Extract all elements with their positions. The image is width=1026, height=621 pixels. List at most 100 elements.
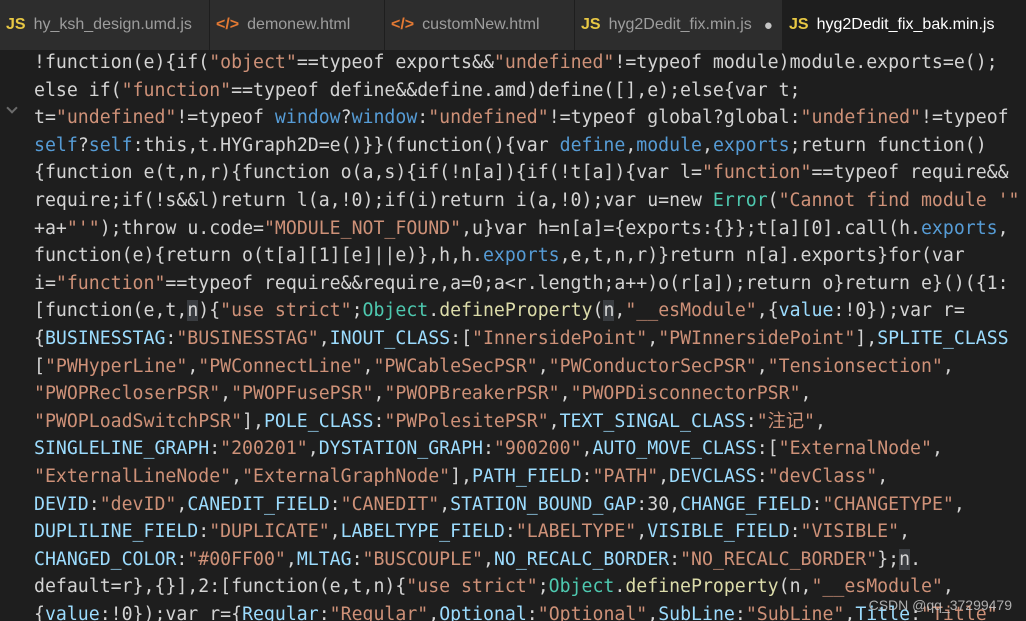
code-token: ,: [899, 521, 911, 543]
tab-label: hyg2Dedit_fix_bak.min.js: [816, 16, 995, 33]
code-line[interactable]: "ExternalLineNode","ExternalGraphNode"],…: [34, 463, 888, 491]
code-token: ,: [844, 604, 856, 621]
code-token: ==typeof require&&: [811, 162, 1009, 184]
code-line[interactable]: SINGLELINE_GRAPH:"200201",DYSTATION_GRAP…: [34, 435, 943, 463]
code-token: ,: [800, 383, 812, 405]
code-token: };: [877, 548, 900, 570]
code-line[interactable]: "PWOPRecloserPSR","PWOPFusePSR","PWOPBre…: [34, 380, 811, 408]
code-line[interactable]: !function(e){if("object"==typeof exports…: [34, 50, 998, 77]
code-token: exports: [712, 134, 790, 156]
tab-3[interactable]: JS hyg2Dedit_fix.min.js ●: [575, 0, 783, 50]
code-token: ,: [187, 355, 199, 377]
code-token: DEVCLASS: [669, 466, 757, 487]
code-line[interactable]: DUPLILINE_FIELD:"DUPLICATE",LABELTYPE_FI…: [34, 518, 910, 546]
tab-label: demonew.html: [247, 16, 351, 33]
code-token: :: [756, 466, 768, 487]
code-token: "undefined": [428, 107, 549, 129]
code-token: ){: [198, 300, 221, 322]
code-line[interactable]: {BUSINESSTAG:"BUSINESSTAG",INOUT_CLASS:[…: [34, 325, 1009, 353]
code-token: !=typeof global?global:: [548, 107, 801, 129]
code-token: SubLine: [658, 604, 735, 621]
code-line[interactable]: [function(e,t,n){"use strict";Object.def…: [34, 297, 965, 325]
code-token: {: [34, 328, 45, 349]
code-token: :: [209, 438, 221, 460]
code-line[interactable]: require;if(!s&&l)return l(a,!0);if(i)ret…: [34, 187, 1020, 215]
code-token: "MODULE_NOT_FOUND": [263, 217, 462, 239]
code-token: ==typeof define&&define.amd)define([],e)…: [231, 79, 801, 101]
code-token: ;return function(): [789, 134, 987, 156]
code-token: ,: [647, 604, 659, 621]
fold-chevron-icon[interactable]: [6, 102, 18, 114]
js-file-icon: JS: [789, 16, 809, 33]
code-token: :: [504, 521, 516, 543]
code-token: "CHANGETYPE": [822, 493, 954, 515]
js-file-icon: JS: [6, 16, 26, 33]
code-line[interactable]: ["PWHyperLine","PWConnectLine","PWCableS…: [34, 353, 954, 381]
code-token: "SubLine": [745, 604, 845, 621]
code-token: exports: [920, 217, 998, 239]
code-token: "use strict": [406, 576, 538, 598]
code-token: :: [417, 107, 429, 129]
unsaved-dot-icon[interactable]: ●: [764, 17, 773, 34]
code-token: ,: [439, 493, 451, 515]
code-line[interactable]: function(e){return o(t[a][1][e]||e)},h,h…: [34, 242, 965, 270]
code-token: :!0});var r={: [99, 604, 243, 621]
code-token: "PWOPLoadSwitchPSR": [34, 410, 243, 432]
code-token: :: [482, 438, 494, 460]
code-line[interactable]: i="function"==typeof require&&require,a=…: [34, 270, 1009, 298]
code-line[interactable]: +a+"'");throw u.code="MODULE_NOT_FOUND",…: [34, 215, 1009, 243]
tab-label: customNew.html: [422, 16, 540, 33]
code-token: STATION_BOUND_GAP: [450, 493, 637, 515]
code-token: ,: [953, 493, 965, 515]
code-token: ],: [450, 466, 473, 487]
code-token: "注记": [756, 410, 815, 432]
code-token: i=: [34, 272, 56, 294]
code-line[interactable]: self?self:this,t.HYGraph2D=e()}}(functio…: [34, 132, 987, 160]
code-token: .: [428, 300, 440, 322]
code-token: "PWInnersidePoint": [658, 328, 856, 349]
code-token: ?: [77, 134, 89, 156]
tab-4[interactable]: JS hyg2Dedit_fix_bak.min.js: [783, 0, 1026, 50]
code-token: "__esModule": [625, 300, 757, 322]
code-token: ,: [329, 521, 341, 543]
code-token: "PWCableSecPSR": [373, 355, 538, 377]
code-line[interactable]: {value:!0});var r={Regular:"Regular",Opt…: [34, 601, 998, 621]
code-token: "function": [701, 162, 812, 184]
code-line[interactable]: CHANGED_COLOR:"#00FF00",MLTAG:"BUSCOUPLE…: [34, 546, 921, 574]
code-token: INOUT_CLASS: [329, 328, 451, 349]
code-line[interactable]: {function e(t,n,r){function o(a,s){if(!n…: [34, 159, 1009, 187]
code-token: "VISIBLE": [800, 521, 900, 543]
code-line[interactable]: t="undefined"!=typeof window?window:"und…: [34, 104, 1009, 132]
code-token: default=r},{}],2:[function(e,t,n){: [34, 576, 407, 598]
code-token: TEXT_SINGAL_CLASS: [559, 410, 746, 432]
code-editor[interactable]: !function(e){if("object"==typeof exports…: [0, 50, 1026, 621]
code-token: "__esModule": [811, 576, 943, 598]
code-token: "devClass": [767, 466, 878, 487]
code-token: ,: [636, 521, 648, 543]
tab-1[interactable]: </> demonew.html: [210, 0, 385, 50]
code-token: :: [176, 548, 188, 570]
code-token: "devID": [99, 493, 177, 515]
code-token: DUPLILINE_FIELD: [34, 521, 199, 543]
code-token: "PATH": [592, 466, 659, 487]
code-token: window: [274, 107, 341, 129]
code-token: !=typeof: [921, 107, 1009, 129]
tab-label: hyg2Dedit_fix.min.js: [608, 16, 752, 33]
code-token: ,: [537, 355, 549, 377]
code-token: :: [811, 493, 823, 515]
code-token: "PWOPDisconnectorPSR": [570, 383, 801, 405]
code-token: Object: [362, 300, 429, 322]
code-line[interactable]: "PWOPLoadSwitchPSR"],POLE_CLASS:"PWPoles…: [34, 408, 826, 436]
code-line[interactable]: else if("function"==typeof define&&defin…: [34, 77, 801, 105]
tab-2[interactable]: </> customNew.html: [385, 0, 575, 50]
code-token: ;: [537, 576, 549, 598]
tab-0[interactable]: JS hy_ksh_design.umd.js: [0, 0, 210, 50]
code-token: defineProperty: [439, 300, 593, 322]
code-token: self: [34, 134, 78, 156]
code-token: defineProperty: [625, 576, 779, 598]
code-line[interactable]: DEVID:"devID",CANEDIT_FIELD:"CANEDIT",ST…: [34, 491, 965, 519]
code-line[interactable]: default=r},{}],2:[function(e,t,n){"use s…: [34, 573, 954, 601]
code-token: :: [789, 521, 801, 543]
code-token: "DUPLICATE": [209, 521, 330, 543]
code-token: MLTAG: [296, 548, 352, 570]
